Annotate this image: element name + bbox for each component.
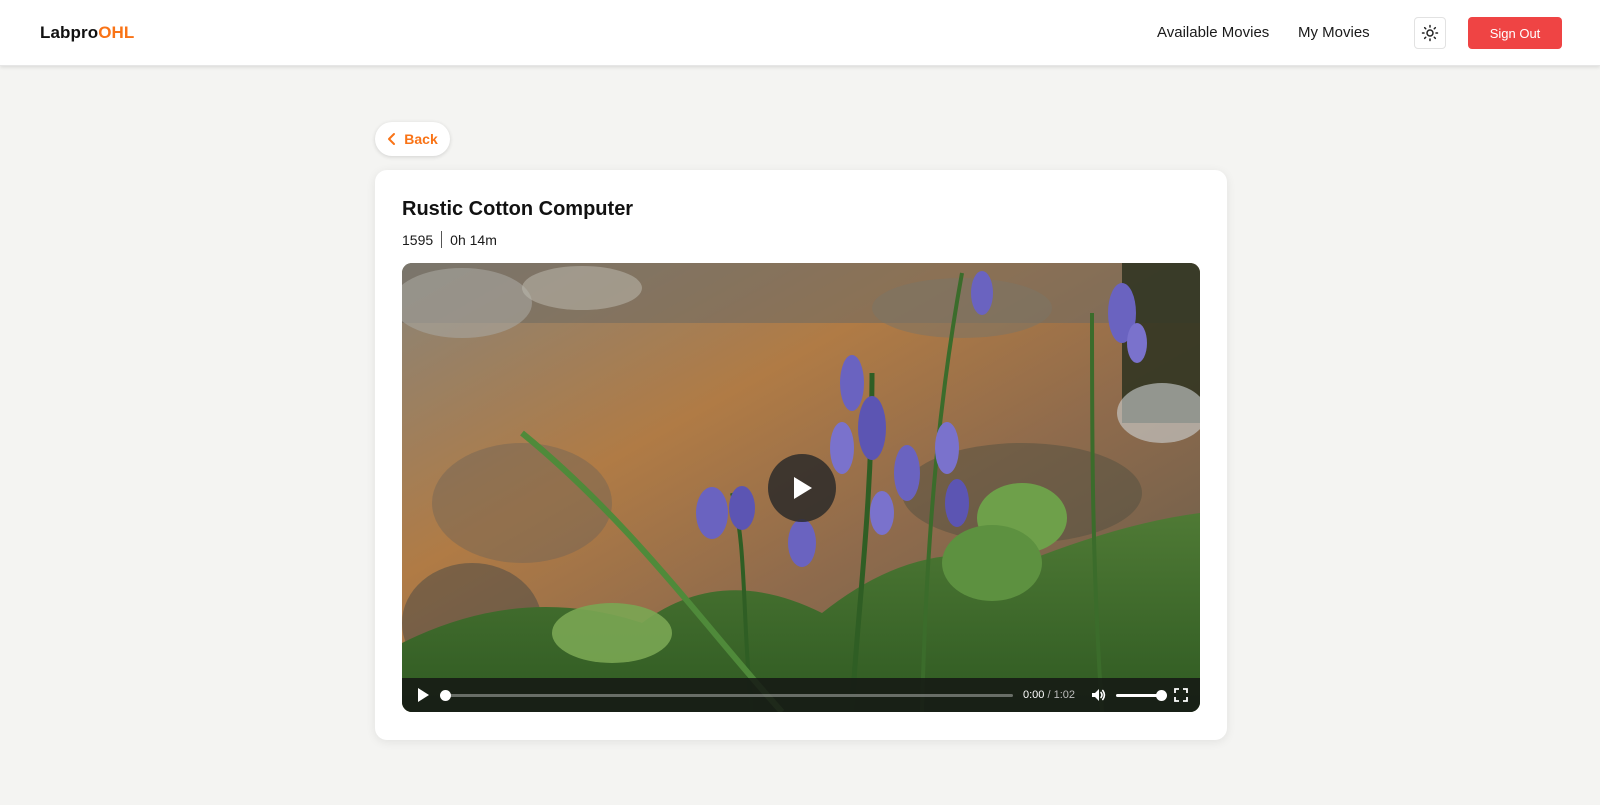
seek-handle[interactable] [440,690,451,701]
meta-divider [441,231,443,248]
volume-handle[interactable] [1156,690,1167,701]
brand-name-accent: OHL [98,23,135,42]
big-play-button[interactable] [768,454,836,522]
nav-my-movies-link[interactable]: My Movies [1298,24,1370,41]
brand-name-prefix: Labpro [40,23,99,42]
theme-toggle-button[interactable] [1414,17,1446,49]
brand-logo[interactable]: LabproOHL [40,23,134,43]
back-button[interactable]: Back [375,122,450,156]
video-player[interactable]: 0:00 / 1:02 [402,263,1200,712]
current-time: 0:00 [1023,689,1045,701]
movie-title: Rustic Cotton Computer [402,198,634,220]
video-seek-bar[interactable] [440,690,1013,701]
play-icon [794,477,812,499]
movie-detail-card: Rustic Cotton Computer 1595 0h 14m 0:00 … [375,170,1227,740]
fullscreen-icon [1174,688,1188,702]
fullscreen-button[interactable] [1174,688,1188,707]
movie-duration: 0h 14m [450,231,497,248]
chevron-left-icon [388,133,396,145]
video-controls-bar: 0:00 / 1:02 [402,678,1200,712]
play-icon [418,688,429,702]
mute-button[interactable] [1090,687,1106,708]
volume-slider[interactable] [1116,690,1167,701]
back-button-label: Back [404,131,438,147]
play-pause-button[interactable] [416,687,430,708]
sun-icon [1421,24,1439,42]
movie-meta: 1595 0h 14m [402,231,497,248]
total-time: 1:02 [1053,689,1076,701]
sign-out-button[interactable]: Sign Out [1468,17,1562,49]
nav-available-movies-link[interactable]: Available Movies [1157,24,1269,41]
volume-icon [1092,689,1106,701]
time-separator: / [1044,689,1054,701]
movie-year: 1595 [402,231,434,248]
time-display: 0:00 / 1:02 [1023,689,1075,701]
top-navigation-bar: LabproOHL Available Movies My Movies Sig… [0,0,1600,66]
